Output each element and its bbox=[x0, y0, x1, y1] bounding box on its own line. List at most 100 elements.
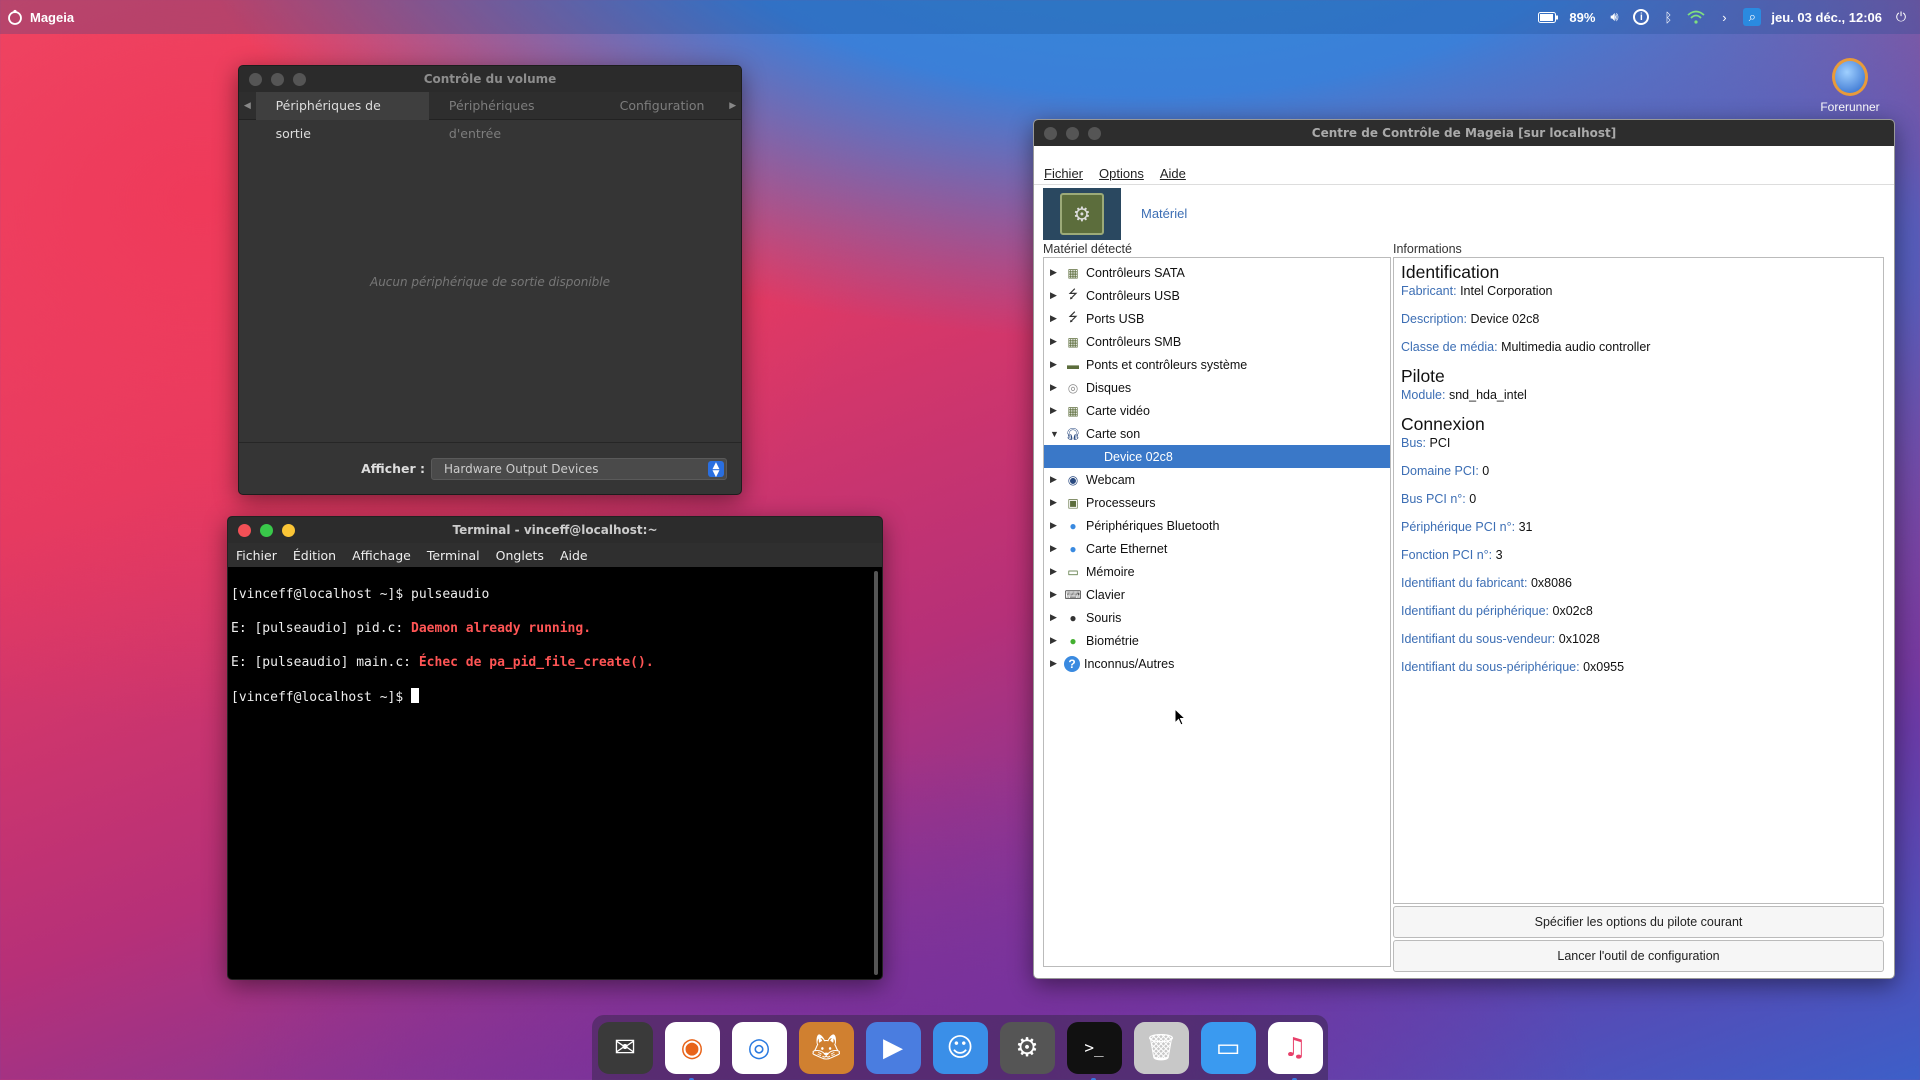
battery-icon[interactable] bbox=[1537, 8, 1559, 26]
expander-right-icon[interactable]: ▶ bbox=[1050, 313, 1064, 324]
terminal-scrollbar[interactable] bbox=[874, 571, 878, 975]
terminal-output[interactable]: [vinceff@localhost ~]$ pulseaudio E: [pu… bbox=[228, 567, 882, 742]
menu-fichier[interactable]: Fichier bbox=[1044, 166, 1083, 181]
chevron-right-icon[interactable]: › bbox=[1715, 8, 1733, 26]
files-icon[interactable]: ▭ bbox=[1200, 1021, 1256, 1074]
minimize-button[interactable] bbox=[271, 72, 284, 86]
tree-item-label: Processeurs bbox=[1086, 495, 1156, 510]
minimize-button[interactable] bbox=[1066, 126, 1079, 140]
menu-affichage[interactable]: Affichage bbox=[344, 548, 419, 563]
info-icon[interactable]: i bbox=[1633, 9, 1650, 25]
expander-right-icon[interactable]: ▶ bbox=[1050, 267, 1064, 278]
expander-right-icon[interactable]: ▶ bbox=[1050, 474, 1064, 485]
maximize-button[interactable] bbox=[1088, 126, 1101, 140]
info-value: 0x02c8 bbox=[1552, 604, 1593, 618]
expander-right-icon[interactable]: ▶ bbox=[1050, 405, 1064, 416]
tab-output-devices[interactable]: Périphériques de sortie bbox=[255, 91, 429, 141]
tree-item[interactable]: ▶ ▦ Carte vidéo bbox=[1044, 399, 1390, 422]
menu-fichier[interactable]: Fichier bbox=[228, 548, 285, 563]
tree-item[interactable]: ▶ ◎ Disques bbox=[1044, 376, 1390, 399]
menu-aide[interactable]: Aide bbox=[552, 548, 596, 563]
tab-scroll-left-icon[interactable]: ◀ bbox=[239, 101, 256, 111]
close-button[interactable] bbox=[238, 523, 251, 537]
info-heading-connexion: Connexion bbox=[1401, 414, 1485, 434]
menu-onglets[interactable]: Onglets bbox=[488, 548, 552, 563]
app-menu[interactable]: Mageia bbox=[6, 8, 74, 26]
bluetooth-icon[interactable]: ᛒ bbox=[1659, 8, 1677, 26]
expander-right-icon[interactable]: ▶ bbox=[1050, 520, 1064, 531]
menu-edition[interactable]: Édition bbox=[285, 548, 344, 563]
expander-right-icon[interactable]: ▶ bbox=[1050, 359, 1064, 370]
volume-titlebar[interactable]: Contrôle du volume bbox=[239, 66, 741, 92]
minimize-button[interactable] bbox=[260, 523, 273, 537]
tree-item[interactable]: ▶ ▣ Processeurs bbox=[1044, 491, 1390, 514]
maximize-button[interactable] bbox=[293, 72, 306, 86]
terminal-icon[interactable]: >_ bbox=[1066, 1021, 1122, 1080]
close-button[interactable] bbox=[249, 72, 262, 86]
search-icon[interactable]: ⌕ bbox=[1743, 8, 1762, 26]
expander-down-icon[interactable]: ▼ bbox=[1050, 429, 1064, 439]
info-value: 31 bbox=[1518, 520, 1533, 534]
info-row: Bus PCI n°: 0 bbox=[1401, 491, 1876, 507]
info-key: Domaine PCI: bbox=[1401, 464, 1479, 478]
settings-icon[interactable]: ⚙ bbox=[999, 1021, 1055, 1074]
expander-right-icon[interactable]: ▶ bbox=[1050, 635, 1064, 646]
tree-item[interactable]: ▶ ⭍ Contrôleurs USB bbox=[1044, 284, 1390, 307]
mcc-titlebar[interactable]: Centre de Contrôle de Mageia [sur localh… bbox=[1034, 120, 1894, 146]
terminal-titlebar[interactable]: Terminal - vinceff@localhost:~ bbox=[228, 517, 882, 543]
tree-item[interactable]: Device 02c8 bbox=[1044, 445, 1390, 468]
expander-right-icon[interactable]: ▶ bbox=[1050, 336, 1064, 347]
gimp-icon[interactable]: 🦊︎ bbox=[798, 1021, 854, 1074]
expander-right-icon[interactable]: ▶ bbox=[1050, 382, 1064, 393]
close-button[interactable] bbox=[1044, 126, 1057, 140]
menu-options[interactable]: Options bbox=[1099, 166, 1144, 181]
tree-item[interactable]: ▶? Inconnus/Autres bbox=[1044, 652, 1390, 675]
mail-icon[interactable]: ✉ bbox=[597, 1021, 653, 1074]
video-call-icon[interactable]: ▶ bbox=[865, 1021, 921, 1074]
volume-footer: Afficher : Hardware Output Devices ▲ ▼ bbox=[239, 442, 741, 494]
tree-item-label: Contrôleurs SMB bbox=[1086, 334, 1182, 349]
expander-right-icon[interactable]: ▶ bbox=[1050, 658, 1064, 669]
menu-terminal[interactable]: Terminal bbox=[419, 548, 488, 563]
expander-right-icon[interactable]: ▶ bbox=[1050, 589, 1064, 600]
desktop-icon-forerunner[interactable]: Forerunner bbox=[1820, 58, 1880, 114]
tree-item[interactable]: ▶ ▬ Ponts et contrôleurs système bbox=[1044, 353, 1390, 376]
tree-item-label: Device 02c8 bbox=[1104, 449, 1173, 464]
power-icon[interactable]: ⏻ bbox=[1892, 8, 1910, 26]
tree-item[interactable]: ▶ ● Carte Ethernet bbox=[1044, 537, 1390, 560]
volume-icon[interactable]: 🔊︎ bbox=[1605, 8, 1623, 26]
tree-item[interactable]: ▶ ● Périphériques Bluetooth bbox=[1044, 514, 1390, 537]
show-select[interactable]: Hardware Output Devices ▲ ▼ bbox=[431, 457, 727, 480]
expander-right-icon[interactable]: ▶ bbox=[1050, 543, 1064, 554]
finder-icon[interactable]: ☺ bbox=[932, 1021, 988, 1074]
expander-right-icon[interactable]: ▶ bbox=[1050, 612, 1064, 623]
tree-item[interactable]: ▶ ◉ Webcam bbox=[1044, 468, 1390, 491]
info-row: Classe de média: Multimedia audio contro… bbox=[1401, 339, 1876, 355]
browser-icon[interactable]: ◎ bbox=[731, 1021, 787, 1074]
section-label: Matériel bbox=[1141, 206, 1188, 221]
tab-scroll-right-icon[interactable]: ▶ bbox=[724, 101, 741, 111]
tree-item[interactable]: ▼ 🎧︎ Carte son bbox=[1044, 422, 1390, 445]
driver-options-button[interactable]: Spécifier les options du pilote courant bbox=[1393, 906, 1884, 938]
tree-item[interactable]: ▶ ● Biométrie bbox=[1044, 629, 1390, 652]
expander-right-icon[interactable]: ▶ bbox=[1050, 290, 1064, 301]
maximize-button[interactable] bbox=[282, 523, 295, 537]
tree-item[interactable]: ▶ ▦ Contrôleurs SMB bbox=[1044, 330, 1390, 353]
datetime[interactable]: jeu. 03 déc., 12:06 bbox=[1771, 10, 1882, 25]
tree-item[interactable]: ▶ ▦ Contrôleurs SATA bbox=[1044, 261, 1390, 284]
tree-item[interactable]: ▶ ▭ Mémoire bbox=[1044, 560, 1390, 583]
tab-input-devices[interactable]: Périphériques d'entrée bbox=[429, 92, 600, 141]
memory-icon: ▭ bbox=[1067, 564, 1079, 579]
expander-right-icon[interactable]: ▶ bbox=[1050, 566, 1064, 577]
wifi-icon[interactable] bbox=[1687, 8, 1706, 26]
menu-aide[interactable]: Aide bbox=[1160, 166, 1186, 181]
expander-right-icon[interactable]: ▶ bbox=[1050, 497, 1064, 508]
config-tool-button[interactable]: Lancer l'outil de configuration bbox=[1393, 940, 1884, 972]
tree-item[interactable]: ▶ ● Souris bbox=[1044, 606, 1390, 629]
trash-icon[interactable]: 🗑︎ bbox=[1133, 1021, 1189, 1074]
firefox-icon[interactable]: ◉ bbox=[664, 1021, 720, 1080]
tree-item[interactable]: ▶ ⭍ Ports USB bbox=[1044, 307, 1390, 330]
music-icon[interactable]: ♫ bbox=[1267, 1021, 1323, 1080]
tree-item[interactable]: ▶ ⌨ Clavier bbox=[1044, 583, 1390, 606]
tab-configuration[interactable]: Configuration bbox=[600, 92, 725, 120]
